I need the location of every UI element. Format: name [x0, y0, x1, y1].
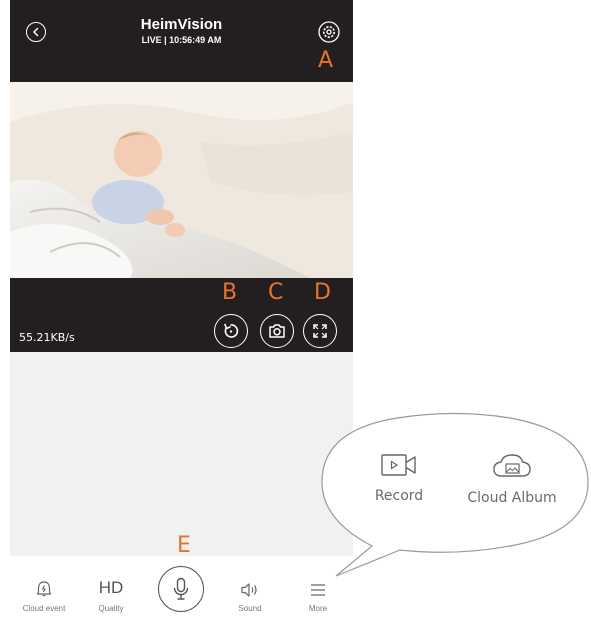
cloud-image-icon — [493, 454, 531, 477]
video-camera-icon — [381, 454, 416, 476]
more-popup-bubble — [321, 412, 589, 577]
popup-record-label: Record — [374, 488, 424, 504]
popup-record[interactable]: Record — [360, 453, 438, 504]
popup-cloud-album-label: Cloud Album — [467, 490, 557, 506]
popup-cloud-album[interactable]: Cloud Album — [458, 453, 566, 506]
